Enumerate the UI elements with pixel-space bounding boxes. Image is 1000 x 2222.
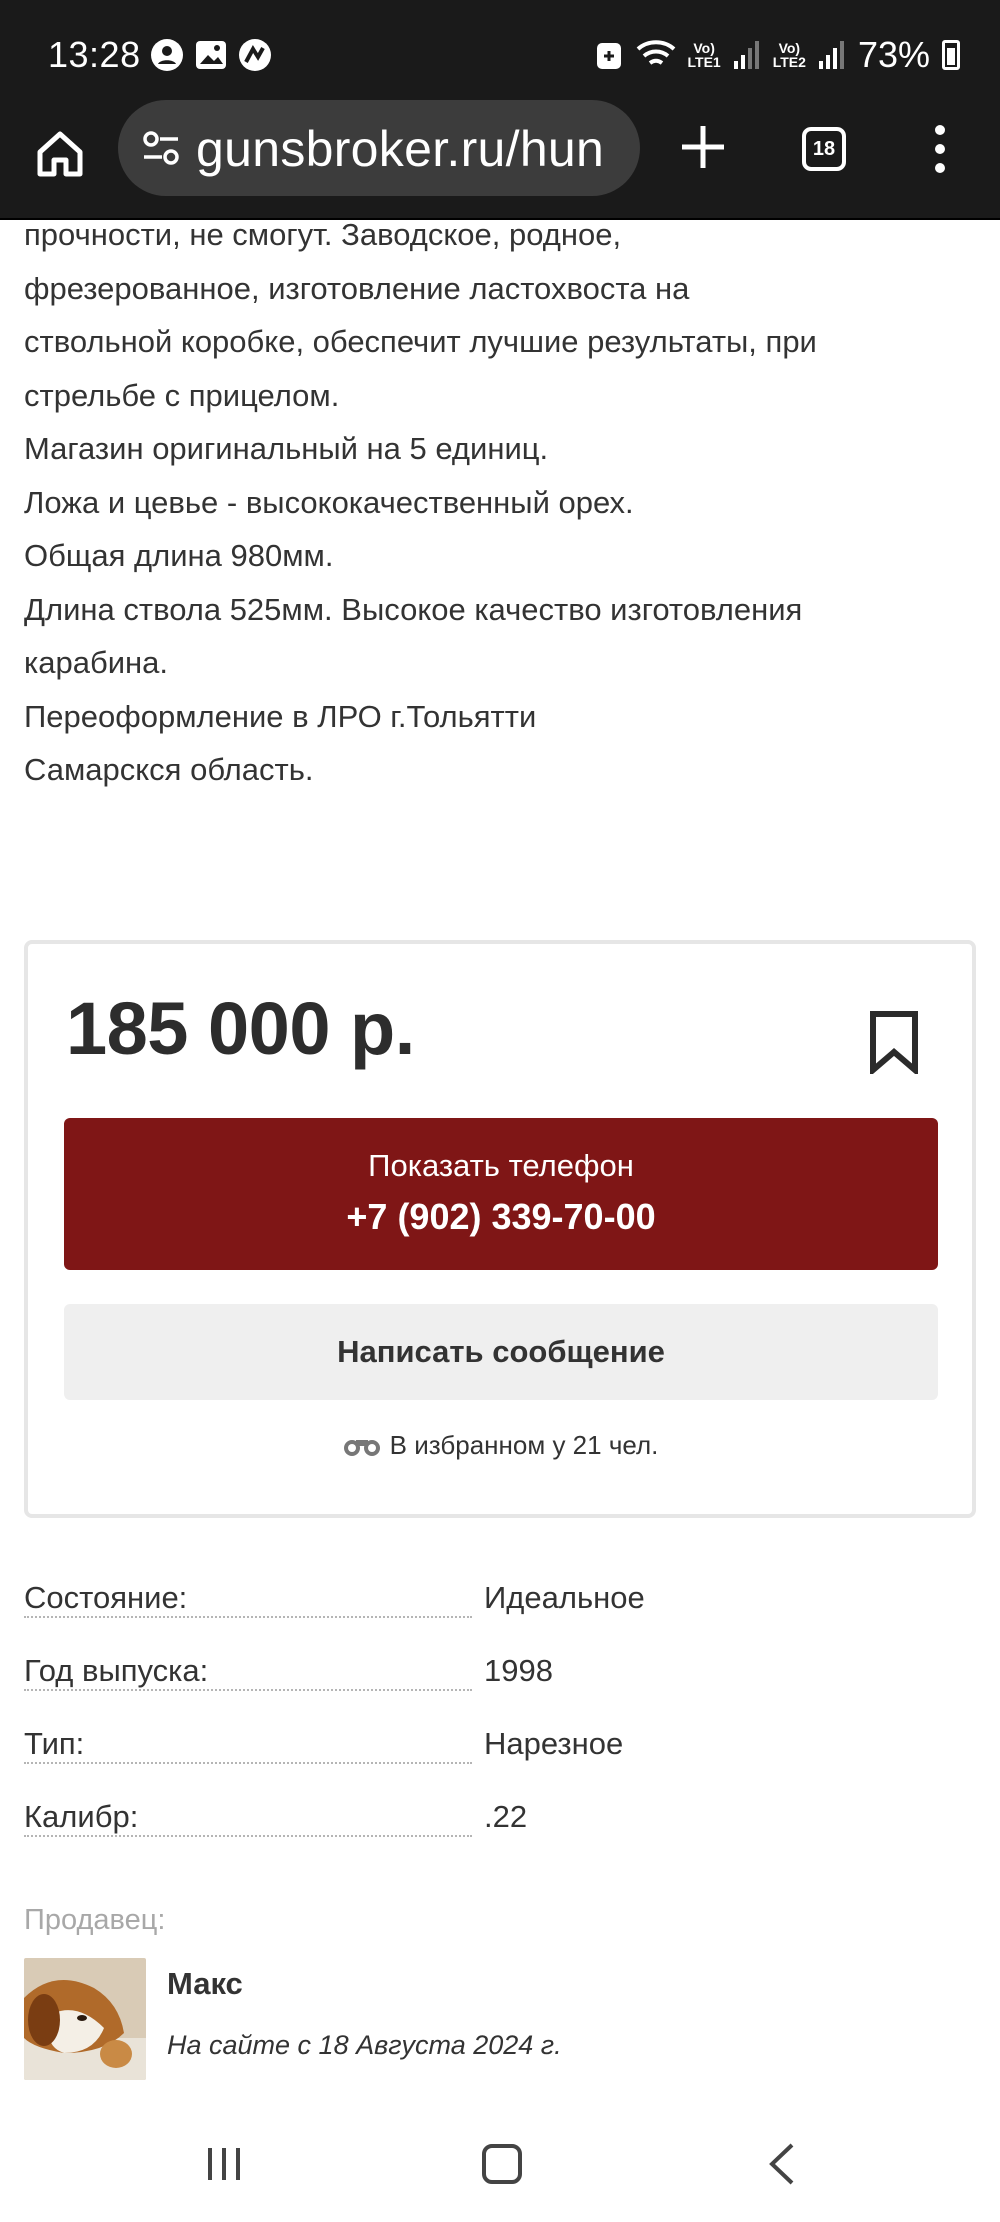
status-time: 13:28 [48, 34, 141, 75]
account-icon [151, 39, 183, 71]
status-right: Vo) LTE1 Vo) LTE2 73% [594, 34, 960, 76]
description-line: стрельбе с прицелом. [24, 377, 340, 413]
spec-value: 1998 [484, 1653, 553, 1688]
tab-switcher-button[interactable]: 18 [802, 127, 846, 171]
seller-since: На сайте с 18 Августа 2024 г. [167, 2030, 562, 2060]
wifi-icon [636, 40, 675, 65]
description-text: прочности, не смогут. Заводское, родное,… [24, 208, 984, 797]
binoculars-icon [343, 1440, 380, 1456]
favorites-text: В избранном у 21 чел. [389, 1430, 659, 1460]
spec-table: Состояние: Идеальное Год выпуска: 1998 Тип: Н… [24, 1580, 984, 1872]
signal1-icon [733, 41, 759, 69]
write-message-button[interactable]: Написать сообщение [64, 1304, 938, 1400]
back-icon[interactable] [766, 2142, 796, 2186]
home-icon[interactable] [34, 128, 86, 180]
description-line: карабина. [24, 645, 169, 680]
spec-label: Калибр: [24, 1799, 151, 1835]
listing-description: прочности, не смогут. Заводское, родное,… [24, 208, 984, 797]
spec-value: .22 [484, 1799, 528, 1834]
system-nav-bar [0, 2104, 1000, 2222]
site-settings-icon[interactable] [142, 130, 180, 166]
dotted-leader [24, 1762, 472, 1764]
spec-value: Нарезное [484, 1726, 624, 1761]
description-line: Общая длина 980мм. [24, 538, 334, 573]
status-bar: 13:28 Vo) LTE1 Vo) LTE2 73% [0, 0, 1000, 108]
alarm-icon [596, 43, 621, 69]
show-phone-label: Показать телефон [368, 1148, 634, 1183]
dotted-leader [24, 1835, 472, 1837]
home-nav-icon[interactable] [482, 2144, 522, 2184]
dotted-leader [24, 1616, 472, 1618]
recent-apps-icon[interactable] [204, 2146, 244, 2182]
new-tab-icon[interactable] [678, 122, 728, 172]
signal2-icon [818, 41, 844, 69]
spec-label: Состояние: [24, 1580, 200, 1616]
dotted-leader [24, 1689, 472, 1691]
show-phone-button[interactable]: Показать телефон +7 (902) 339-70-00 [64, 1118, 938, 1270]
spec-row: Калибр: .22 [24, 1799, 984, 1872]
seller-section-label: Продавец: [24, 1904, 166, 1936]
spec-value: Идеальное [484, 1580, 645, 1615]
spec-row: Год выпуска: 1998 [24, 1653, 984, 1726]
description-line: прочности, не смогут. Заводское, родное, [24, 217, 622, 252]
description-line: ствольной коробке, обеспечит лучшие резу… [24, 324, 817, 359]
description-line: Длина ствола 525мм. Высокое качество изг… [24, 591, 803, 627]
description-line: Самарскся область. [24, 752, 314, 787]
description-line: Переоформление в ЛРО г.Тольятти [24, 698, 537, 734]
lte1-label: Vo) LTE1 [687, 40, 721, 70]
description-line: фрезерованное, изготовление ластохвоста … [24, 270, 690, 306]
seller-name[interactable]: Макс [167, 1966, 243, 2002]
more-menu-icon[interactable] [933, 124, 947, 174]
description-line: Магазин оригинальный на 5 единиц. [24, 431, 549, 466]
battery-icon [942, 40, 960, 70]
spec-label: Тип: [24, 1726, 97, 1762]
price: 185 000 р. [66, 987, 415, 1070]
notification-icons [150, 38, 272, 72]
phone-number: +7 (902) 339-70-00 [346, 1196, 656, 1237]
seller-avatar[interactable] [24, 1958, 146, 2080]
spec-row: Состояние: Идеальное [24, 1580, 984, 1653]
spec-label: Год выпуска: [24, 1653, 221, 1689]
bookmark-icon[interactable] [868, 1010, 920, 1074]
gallery-icon [196, 41, 226, 69]
price-card: 185 000 р. Показать телефон +7 (902) 339… [24, 940, 976, 1518]
url-text: gunsbroker.ru/hun [196, 121, 605, 177]
address-bar[interactable]: gunsbroker.ru/hun [118, 100, 640, 196]
lte2-label: Vo) LTE2 [772, 40, 806, 70]
favorites-count: В избранном у 21 чел. [28, 1430, 972, 1461]
spec-row: Тип: Нарезное [24, 1726, 984, 1799]
description-line: Ложа и цевье - высококачественный орех. [24, 484, 634, 520]
battery-percent: 73% [857, 34, 930, 75]
app-notification-icon [239, 39, 271, 71]
